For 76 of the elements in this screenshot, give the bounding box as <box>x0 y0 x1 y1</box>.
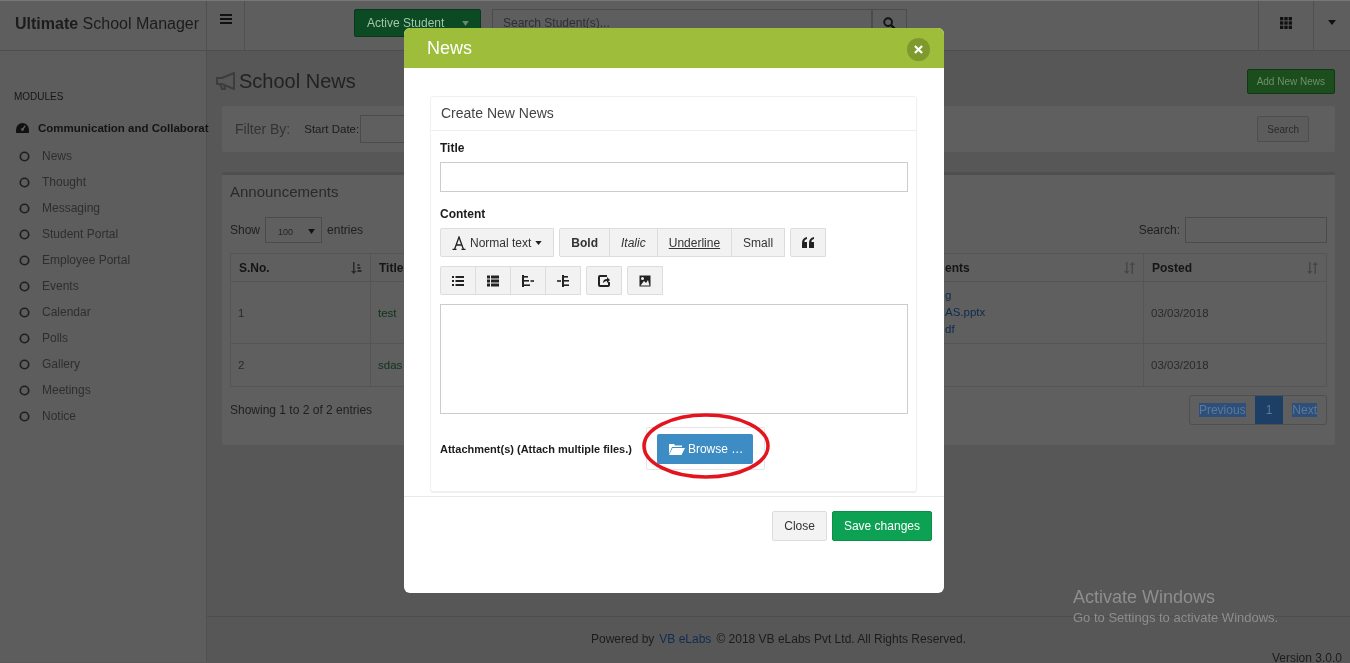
circle-icon <box>19 410 30 422</box>
show-label: Show <box>230 223 261 237</box>
page-link[interactable]: 1 <box>1254 396 1284 424</box>
image-icon <box>639 274 651 287</box>
text-style-dropdown[interactable]: Normal text <box>440 228 555 257</box>
column-header[interactable]: Title <box>379 260 404 275</box>
copyright-text: © 2018 VB eLabs Pvt Ltd. All Rights Reserved. <box>716 632 967 646</box>
field-label: Attachment(s) (Attach multiple files.) <box>440 442 632 455</box>
company-link[interactable]: VB eLabs <box>659 632 712 646</box>
menu-icon <box>220 14 232 24</box>
field-label: Title <box>440 141 466 155</box>
table-info: Showing 1 to 2 of 2 entries <box>230 403 373 417</box>
browse-button[interactable]: Browse … <box>656 434 754 464</box>
dashboard-icon <box>16 122 29 134</box>
circle-icon <box>19 202 30 214</box>
page-size-select[interactable]: 100 <box>265 217 323 243</box>
app-title: Ultimate School Manager <box>0 1 207 50</box>
small-button[interactable]: Small <box>731 228 786 257</box>
close-button[interactable]: Close <box>772 511 827 541</box>
circle-icon <box>19 150 30 162</box>
attachment-link[interactable]: AS.pptx <box>944 304 1136 321</box>
italic-button[interactable]: Italic <box>609 228 658 257</box>
folder-icon <box>668 443 685 455</box>
field-label: Content <box>440 207 487 221</box>
title-link[interactable]: sdas <box>378 359 403 371</box>
title-link[interactable]: test <box>378 306 397 319</box>
bullets-button[interactable] <box>440 266 476 295</box>
outdent-icon <box>522 274 534 287</box>
field-label: Start Date: <box>304 123 360 135</box>
bold-button[interactable]: Bold <box>559 228 611 257</box>
list-icon <box>452 274 464 287</box>
caret-icon <box>462 20 470 26</box>
circle-icon <box>19 254 30 266</box>
close-icon <box>914 44 923 54</box>
column-header[interactable]: S.No. <box>239 260 270 275</box>
attachment-link[interactable]: df <box>944 321 1136 338</box>
column-header[interactable]: Posted <box>1152 260 1192 275</box>
close-button[interactable] <box>907 37 930 61</box>
section-heading: MODULES <box>14 91 65 102</box>
list-icon <box>487 274 499 287</box>
circle-icon <box>19 176 30 188</box>
circle-icon <box>19 280 30 292</box>
grid-icon <box>1280 16 1292 29</box>
footer-text: Powered by <box>590 632 655 646</box>
outdent-button[interactable] <box>510 266 546 295</box>
quote-button[interactable] <box>790 228 827 257</box>
search-icon <box>883 16 896 30</box>
activation-text: Go to Settings to activate Windows. <box>1073 610 1279 625</box>
entries-label: entries <box>327 223 364 237</box>
add-news-button[interactable]: Add New News <box>1246 68 1335 94</box>
numbers-button[interactable] <box>475 266 511 295</box>
indent-icon <box>557 274 569 287</box>
attachment-link[interactable]: g <box>944 287 1136 304</box>
image-button[interactable] <box>627 266 663 295</box>
circle-icon <box>19 384 30 396</box>
underline-button[interactable]: Underline <box>656 228 733 257</box>
caret-icon <box>308 229 316 234</box>
indent-button[interactable] <box>545 266 581 295</box>
circle-icon <box>19 228 30 240</box>
circle-icon <box>19 306 30 318</box>
share-button[interactable] <box>586 266 622 295</box>
font-icon <box>452 235 466 250</box>
panel-title: Create New News <box>431 97 916 131</box>
caret-icon <box>535 240 543 245</box>
quote-icon <box>802 236 815 249</box>
caret-icon <box>1328 20 1336 25</box>
title-field[interactable] <box>440 162 908 192</box>
search-label: Search: <box>1138 223 1180 237</box>
megaphone-icon <box>216 72 238 90</box>
circle-icon <box>19 358 30 370</box>
version-text: Version 3.0.0 <box>1271 651 1342 663</box>
save-button[interactable]: Save changes <box>831 511 932 541</box>
column-header[interactable]: ents <box>945 260 970 275</box>
share-icon <box>598 274 610 287</box>
modal-title: News <box>427 37 472 59</box>
circle-icon <box>19 332 30 344</box>
